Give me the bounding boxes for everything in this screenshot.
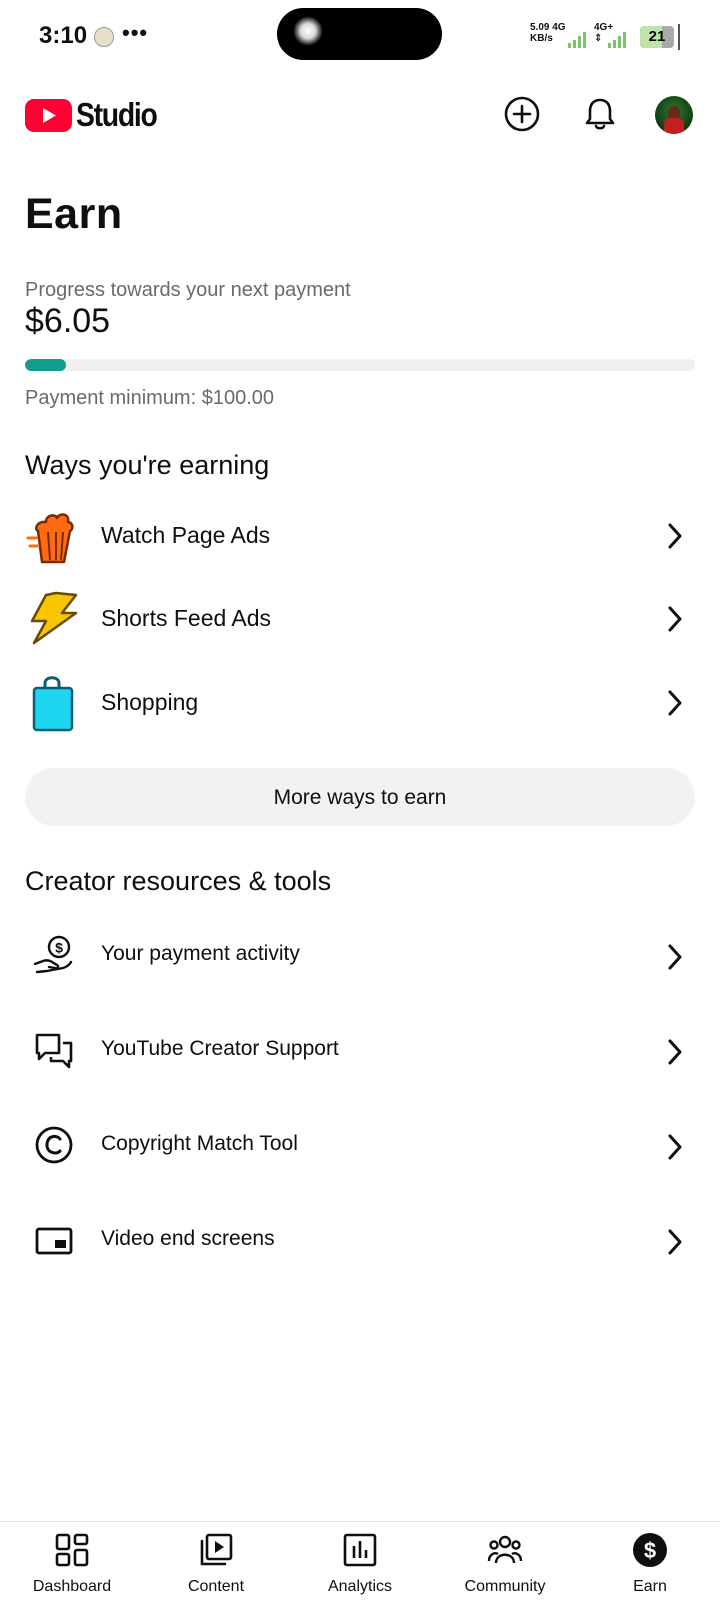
chevron-right-icon	[668, 944, 682, 970]
shopping-bag-icon	[32, 676, 74, 732]
resource-item-creator-support[interactable]: YouTube Creator Support	[0, 1029, 720, 1075]
svg-text:$: $	[55, 940, 63, 956]
avatar-body	[664, 118, 684, 134]
earning-item-label: Shorts Feed Ads	[101, 605, 272, 631]
notifications-icon[interactable]	[582, 96, 618, 132]
earning-item-label: Watch Page Ads	[101, 522, 271, 548]
page-title: Earn	[25, 190, 123, 238]
chevron-right-icon	[668, 1229, 682, 1255]
chevron-right-icon	[668, 1039, 682, 1065]
flashlight-icon	[293, 16, 323, 46]
notification-emoji-icon	[94, 27, 114, 47]
nav-label: Content	[187, 1578, 245, 1595]
payment-progress-bar	[25, 359, 695, 371]
chevron-right-icon	[668, 690, 682, 716]
payment-amount: $6.05	[25, 302, 111, 340]
battery-percent: 21	[648, 28, 666, 45]
creator-resources-heading: Creator resources & tools	[25, 866, 332, 896]
more-ways-to-earn-button[interactable]: More ways to earn	[25, 768, 695, 826]
signal-strength-icon	[568, 32, 586, 48]
resource-item-label: YouTube Creator Support	[101, 1037, 339, 1060]
resource-item-end-screens[interactable]: Video end screens	[0, 1219, 720, 1265]
resource-item-label: Video end screens	[101, 1227, 275, 1250]
studio-title: Studio	[76, 96, 158, 133]
chevron-right-icon	[668, 523, 682, 549]
battery-indicator: 21	[640, 26, 674, 48]
battery-tip	[678, 24, 680, 50]
youtube-logo[interactable]	[25, 99, 72, 132]
status-time: 3:10	[39, 22, 88, 49]
nav-community[interactable]: Community	[435, 1528, 575, 1598]
network-speed: 5.09 4G KB/s	[530, 22, 566, 44]
nav-label: Dashboard	[32, 1578, 112, 1595]
community-icon	[487, 1535, 523, 1564]
nav-label: Community	[464, 1578, 546, 1595]
earning-item-shorts-feed-ads[interactable]: Shorts Feed Ads	[0, 591, 720, 647]
chevron-right-icon	[668, 606, 682, 632]
payment-minimum: Payment minimum: $100.00	[25, 387, 275, 409]
create-icon[interactable]	[504, 96, 540, 132]
signal-strength-2-icon	[608, 32, 626, 48]
resource-item-copyright-match[interactable]: Copyright Match Tool	[0, 1124, 720, 1170]
payment-hand-icon: $	[33, 935, 73, 974]
nav-content[interactable]: Content	[146, 1528, 286, 1598]
earn-icon: $	[633, 1533, 667, 1567]
earning-item-shopping[interactable]: Shopping	[0, 673, 720, 733]
nav-dashboard[interactable]: Dashboard	[2, 1528, 142, 1598]
resource-item-label: Copyright Match Tool	[101, 1132, 298, 1155]
earning-item-label: Shopping	[101, 689, 199, 715]
dashboard-icon	[55, 1533, 89, 1567]
nav-analytics[interactable]: Analytics	[290, 1528, 430, 1598]
end-screen-icon	[35, 1227, 73, 1255]
chat-bubbles-icon	[35, 1033, 73, 1069]
ways-earning-heading: Ways you're earning	[25, 450, 270, 480]
svg-text:$: $	[644, 1538, 656, 1563]
earning-item-watch-page-ads[interactable]: Watch Page Ads	[0, 508, 720, 564]
more-notifications-icon: •••	[122, 20, 149, 45]
popcorn-icon	[26, 513, 74, 564]
nav-label: Analytics	[327, 1578, 393, 1595]
copyright-icon	[35, 1126, 73, 1164]
resource-item-payment-activity[interactable]: $ Your payment activity	[0, 934, 720, 980]
lightning-icon	[30, 591, 78, 645]
analytics-icon	[343, 1533, 377, 1567]
nav-earn[interactable]: $ Earn	[580, 1528, 720, 1598]
account-avatar[interactable]	[655, 96, 693, 134]
progress-label: Progress towards your next payment	[25, 279, 351, 301]
nav-label: Earn	[633, 1578, 667, 1595]
content-icon	[200, 1533, 233, 1566]
chevron-right-icon	[668, 1134, 682, 1160]
bottom-nav-divider	[0, 1521, 720, 1522]
resource-item-label: Your payment activity	[101, 942, 300, 965]
payment-progress-fill	[25, 359, 66, 371]
